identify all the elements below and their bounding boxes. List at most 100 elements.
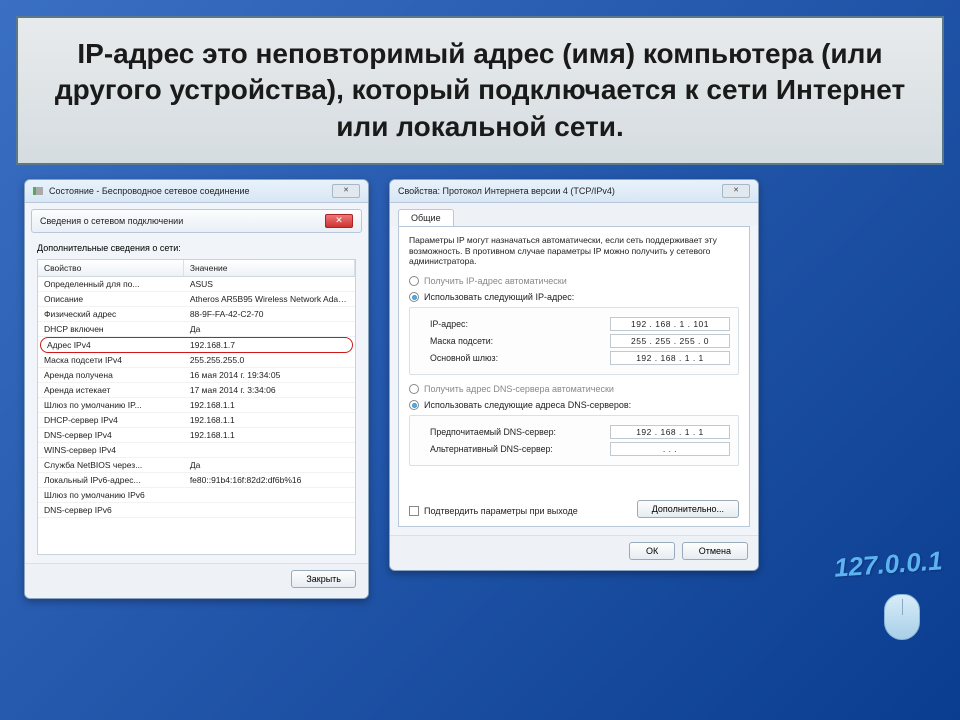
table-row: Определенный для по...ASUS [38, 277, 355, 292]
table-row: Аренда истекает17 мая 2014 г. 3:34:06 [38, 383, 355, 398]
cell-value: 88-9F-FA-42-C2-70 [184, 307, 355, 321]
wifi-signal-icon [33, 187, 43, 195]
ok-button[interactable]: ОК [629, 542, 675, 560]
details-grid: Свойство Значение Определенный для по...… [37, 259, 356, 555]
radio-manual-ip[interactable]: Использовать следующий IP-адрес: [409, 292, 739, 302]
ipv4-properties-window: Свойства: Протокол Интернета версии 4 (T… [389, 179, 759, 571]
cell-property: WINS-сервер IPv4 [38, 443, 184, 457]
cell-value: 192.168.1.1 [184, 413, 355, 427]
cell-property: Служба NetBIOS через... [38, 458, 184, 472]
details-label: Дополнительные сведения о сети: [37, 243, 356, 253]
ip-group: IP-адрес: 192 . 168 . 1 . 101 Маска подсе… [409, 307, 739, 375]
cell-value: 192.168.1.1 [184, 428, 355, 442]
input-ip[interactable]: 192 . 168 . 1 . 101 [610, 317, 730, 331]
cell-property: Шлюз по умолчанию IP... [38, 398, 184, 412]
radio-label: Использовать следующие адреса DNS-сервер… [424, 400, 631, 410]
close-button[interactable]: Закрыть [291, 570, 356, 588]
connection-status-window: Состояние - Беспроводное сетевое соедине… [24, 179, 369, 599]
cell-property: Локальный IPv6-адрес... [38, 473, 184, 487]
checkbox-label: Подтвердить параметры при выходе [424, 506, 578, 516]
cell-property: Адрес IPv4 [41, 338, 184, 352]
cell-value: ASUS [184, 277, 355, 291]
cell-value [184, 443, 355, 457]
table-row: DHCP включенДа [38, 322, 355, 337]
radio-icon [409, 384, 419, 394]
label-gateway: Основной шлюз: [430, 353, 498, 363]
cell-value: 17 мая 2014 г. 3:34:06 [184, 383, 355, 397]
table-row: DNS-сервер IPv4192.168.1.1 [38, 428, 355, 443]
cell-property: DHCP включен [38, 322, 184, 336]
window-title: Состояние - Беспроводное сетевое соедине… [49, 186, 250, 196]
label-dns1: Предпочитаемый DNS-сервер: [430, 427, 556, 437]
table-row: Шлюз по умолчанию IPv6 [38, 488, 355, 503]
cell-property: Аренда истекает [38, 383, 184, 397]
dns-group: Предпочитаемый DNS-сервер: 192 . 168 . 1 … [409, 415, 739, 466]
label-mask: Маска подсети: [430, 336, 493, 346]
close-icon[interactable]: ✕ [332, 184, 360, 198]
input-dns2[interactable]: . . . [610, 442, 730, 456]
cell-value: 16 мая 2014 г. 19:34:05 [184, 368, 355, 382]
table-row: Физический адрес88-9F-FA-42-C2-70 [38, 307, 355, 322]
window-title: Свойства: Протокол Интернета версии 4 (T… [398, 186, 615, 196]
radio-label: Получить IP-адрес автоматически [424, 276, 567, 286]
input-gateway[interactable]: 192 . 168 . 1 . 1 [610, 351, 730, 365]
cell-property: Физический адрес [38, 307, 184, 321]
cell-value: Atheros AR5B95 Wireless Network Adapt… [184, 292, 355, 306]
grid-header: Свойство Значение [38, 260, 355, 277]
table-row: ОписаниеAtheros AR5B95 Wireless Network … [38, 292, 355, 307]
slide-title: IP-адрес это неповторимый адрес (имя) ко… [16, 16, 944, 165]
table-row: Аренда получена16 мая 2014 г. 19:34:05 [38, 368, 355, 383]
cell-value: 255.255.255.0 [184, 353, 355, 367]
titlebar: Свойства: Протокол Интернета версии 4 (T… [390, 180, 758, 203]
checkbox-icon [409, 506, 419, 516]
table-row: WINS-сервер IPv4 [38, 443, 355, 458]
cell-property: Аренда получена [38, 368, 184, 382]
confirm-checkbox-row[interactable]: Подтвердить параметры при выходе [409, 506, 578, 516]
table-row: DNS-сервер IPv6 [38, 503, 355, 518]
cell-property: Определенный для по... [38, 277, 184, 291]
input-mask[interactable]: 255 . 255 . 255 . 0 [610, 334, 730, 348]
radio-manual-dns[interactable]: Использовать следующие адреса DNS-сервер… [409, 400, 739, 410]
cell-property: DNS-сервер IPv6 [38, 503, 184, 517]
cell-property: DNS-сервер IPv4 [38, 428, 184, 442]
cell-value [184, 488, 355, 502]
close-icon[interactable]: ✕ [722, 184, 750, 198]
cell-property: Описание [38, 292, 184, 306]
radio-icon [409, 400, 419, 410]
close-button-red[interactable]: ✕ [325, 214, 353, 228]
table-row: Адрес IPv4192.168.1.7 [40, 337, 353, 353]
cell-value: fe80::91b4:16f:82d2:df6b%16 [184, 473, 355, 487]
label-ip: IP-адрес: [430, 319, 468, 329]
titlebar: Состояние - Беспроводное сетевое соедине… [25, 180, 368, 203]
cell-property: Шлюз по умолчанию IPv6 [38, 488, 184, 502]
radio-icon [409, 292, 419, 302]
table-row: Служба NetBIOS через...Да [38, 458, 355, 473]
cell-value: Да [184, 458, 355, 472]
radio-auto-dns[interactable]: Получить адрес DNS-сервера автоматически [409, 384, 739, 394]
cell-value: 192.168.1.1 [184, 398, 355, 412]
description-text: Параметры IP могут назначаться автоматич… [409, 235, 739, 267]
radio-label: Использовать следующий IP-адрес: [424, 292, 574, 302]
cell-value: Да [184, 322, 355, 336]
cell-value [184, 503, 355, 517]
cell-property: Маска подсети IPv4 [38, 353, 184, 367]
cell-value: 192.168.1.7 [184, 338, 352, 352]
radio-label: Получить адрес DNS-сервера автоматически [424, 384, 614, 394]
col-value: Значение [184, 260, 355, 276]
subheader: Сведения о сетевом подключении ✕ [31, 209, 362, 233]
tab-general[interactable]: Общие [398, 209, 454, 226]
label-dns2: Альтернативный DNS-сервер: [430, 444, 553, 454]
mouse-illustration-icon [884, 594, 920, 640]
table-row: Шлюз по умолчанию IP...192.168.1.1 [38, 398, 355, 413]
input-dns1[interactable]: 192 . 168 . 1 . 1 [610, 425, 730, 439]
table-row: Маска подсети IPv4255.255.255.0 [38, 353, 355, 368]
subheader-title: Сведения о сетевом подключении [40, 216, 183, 226]
cancel-button[interactable]: Отмена [682, 542, 748, 560]
radio-auto-ip[interactable]: Получить IP-адрес автоматически [409, 276, 739, 286]
col-property: Свойство [38, 260, 184, 276]
advanced-button[interactable]: Дополнительно... [637, 500, 739, 518]
cell-property: DHCP-сервер IPv4 [38, 413, 184, 427]
table-row: DHCP-сервер IPv4192.168.1.1 [38, 413, 355, 428]
table-row: Локальный IPv6-адрес...fe80::91b4:16f:82… [38, 473, 355, 488]
radio-icon [409, 276, 419, 286]
